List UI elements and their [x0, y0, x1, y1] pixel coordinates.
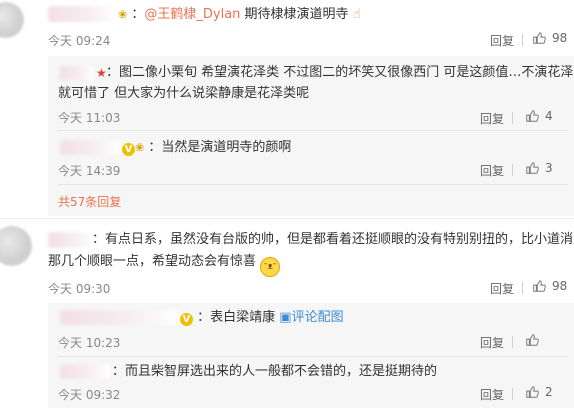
vip-badge-icon: V	[122, 143, 135, 156]
timestamp: 今天 10:23	[58, 336, 121, 350]
divider	[522, 282, 523, 294]
image-icon: ▣	[279, 310, 292, 325]
more-replies-link[interactable]: 共57条回复	[58, 193, 121, 210]
like-button[interactable]: 98	[532, 279, 567, 293]
like-count: 4	[545, 109, 553, 123]
badge-icons: ❀	[118, 8, 128, 21]
reply-button[interactable]: 回复	[480, 162, 504, 179]
reply-button[interactable]: 回复	[490, 32, 514, 49]
thumbs-up-icon	[533, 280, 546, 292]
thumbs-up-icon	[526, 110, 539, 122]
reply-divider	[58, 130, 568, 131]
divider	[512, 164, 513, 176]
reply-divider	[58, 184, 568, 185]
comment-divider	[0, 218, 574, 219]
reply-text: 就可惜了 但大家为什么说梁静康是花泽类呢	[58, 86, 310, 101]
like-count: 2	[545, 385, 553, 399]
thumbs-up-icon	[526, 386, 539, 398]
reply-text: ：而且柴智屏选出来的人一般都不会错的，还是挺期待的	[112, 364, 438, 379]
username-redacted[interactable]	[60, 140, 120, 155]
emoji-icon: ☝	[352, 7, 361, 22]
reply-text: ：图二像小栗旬 希望演花泽类 不过图二的坏笑又很像西门 可是这颜值…不演花泽类	[106, 65, 574, 80]
like-count: 3	[545, 161, 553, 175]
thumbs-up-icon	[526, 334, 539, 346]
timestamp: 今天 09:32	[58, 388, 121, 402]
badge-icons: ❀	[135, 141, 145, 154]
like-button[interactable]: 4	[525, 109, 553, 123]
timestamp: 今天 09:30	[48, 282, 111, 296]
timestamp: 今天 09:24	[48, 34, 111, 48]
thumbs-up-icon	[533, 32, 546, 44]
reply-button[interactable]: 回复	[480, 110, 504, 127]
reply-text: V ：表白梁靖康 ▣评论配图	[180, 308, 344, 328]
like-button[interactable]: 3	[525, 161, 553, 175]
reply-text: V ❀ ：当然是演道明寺的颜啊	[122, 138, 291, 158]
grin-emoji-icon: ᵔᴥᵔ	[260, 257, 281, 277]
divider	[512, 336, 513, 348]
username-redacted[interactable]	[60, 310, 178, 325]
timestamp: 今天 11:03	[58, 111, 121, 125]
divider	[512, 112, 513, 124]
like-count: 98	[552, 279, 568, 293]
timestamp: 今天 14:39	[58, 164, 121, 178]
like-button[interactable]	[525, 333, 545, 347]
comment-text: 那几个顺眼一点，希望动态会有惊喜 ᵔᴥᵔ	[48, 252, 281, 277]
comment-image-link[interactable]: 评论配图	[292, 310, 344, 325]
divider	[522, 34, 523, 46]
avatar[interactable]	[0, 2, 24, 38]
username-redacted[interactable]	[60, 66, 94, 81]
thumbs-up-icon	[526, 162, 539, 174]
divider	[512, 388, 513, 400]
reply-divider	[58, 356, 568, 357]
comment-text: ❀ ：@王鹤棣_Dylan 期待棣棣演道明寺 ☝	[118, 7, 361, 22]
username-redacted[interactable]	[48, 6, 116, 22]
avatar[interactable]	[0, 226, 32, 266]
username-redacted[interactable]	[60, 364, 110, 379]
like-count: 98	[552, 31, 568, 45]
reply-button[interactable]: 回复	[480, 386, 504, 403]
like-button[interactable]: 2	[525, 385, 553, 399]
mention-link[interactable]: @王鹤棣_Dylan	[144, 7, 240, 22]
vip-badge-icon: V	[180, 313, 193, 326]
like-button[interactable]: 98	[532, 31, 567, 45]
reply-button[interactable]: 回复	[490, 280, 514, 297]
comment-text: ：有点日系，虽然没有台版的帅，但是都看着还挺顺眼的没有特别别扭的，比小道消息报	[92, 232, 574, 247]
reply-button[interactable]: 回复	[480, 334, 504, 351]
username-redacted[interactable]	[48, 232, 92, 248]
